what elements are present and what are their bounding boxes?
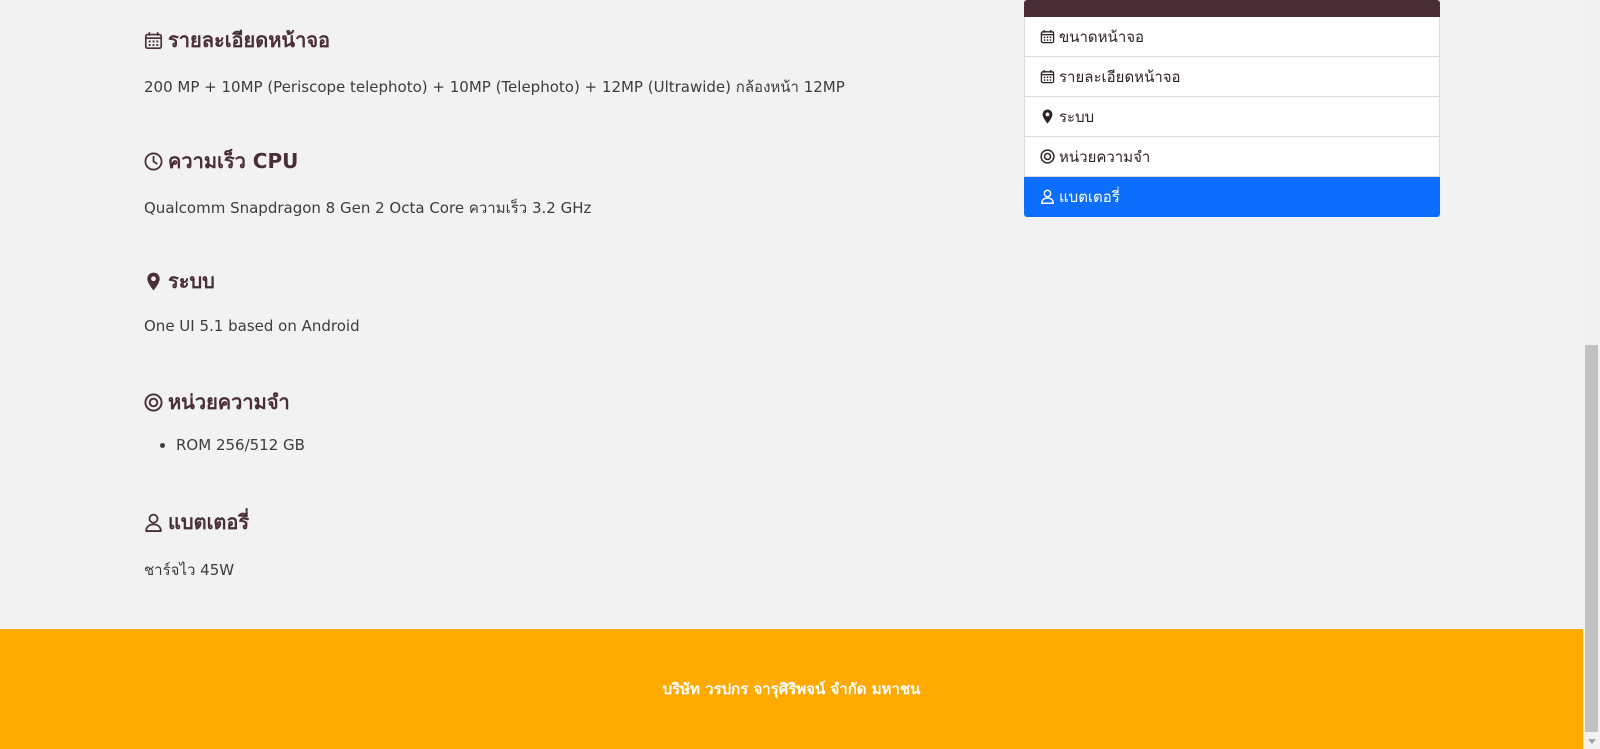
sidebar-item-label: แบตเตอรี่ xyxy=(1059,187,1120,206)
sidebar-item-screen-size[interactable]: ขนาดหน้าจอ xyxy=(1024,17,1440,57)
section-heading: ความเร็ว CPU xyxy=(144,145,591,177)
sidebar-item-label: หน่วยความจำ xyxy=(1059,147,1151,166)
section-heading: ระบบ xyxy=(144,265,360,297)
footer-company-name: บริษัท วรปกร จารุศิริพจน์ จำกัด มหาชน xyxy=(662,680,921,698)
section-title: ความเร็ว CPU xyxy=(168,149,299,173)
section-title: รายละเอียดหน้าจอ xyxy=(168,28,331,52)
sidebar-menu: ขนาดหน้าจอ รายละเอียดหน้าจอ ระบบ หน่วยคว… xyxy=(1024,0,1440,217)
section-battery: แบตเตอรี่ ชาร์จไว 45W xyxy=(144,506,249,582)
sidebar-header xyxy=(1024,0,1440,17)
sidebar-item-system[interactable]: ระบบ xyxy=(1024,97,1440,137)
map-pin-icon xyxy=(147,272,160,290)
sidebar-item-battery[interactable]: แบตเตอรี่ xyxy=(1024,177,1440,217)
list-item: ROM 256/512 GB xyxy=(176,436,305,454)
map-pin-icon xyxy=(1042,109,1053,124)
sidebar-item-screen-detail[interactable]: รายละเอียดหน้าจอ xyxy=(1024,57,1440,97)
section-heading: แบตเตอรี่ xyxy=(144,506,249,538)
section-text: 200 MP + 10MP (Periscope telephoto) + 10… xyxy=(144,78,845,96)
section-screen-detail: รายละเอียดหน้าจอ 200 MP + 10MP (Periscop… xyxy=(144,24,845,99)
memory-list: ROM 256/512 GB xyxy=(144,436,305,454)
user-icon xyxy=(1040,189,1055,204)
sidebar-item-memory[interactable]: หน่วยความจำ xyxy=(1024,137,1440,177)
section-text: One UI 5.1 based on Android xyxy=(144,317,360,335)
section-system: ระบบ One UI 5.1 based on Android xyxy=(144,265,360,335)
section-text: Qualcomm Snapdragon 8 Gen 2 Octa Core คว… xyxy=(144,199,592,217)
section-heading: หน่วยความจำ xyxy=(144,386,305,418)
scrollbar-thumb[interactable] xyxy=(1585,345,1598,732)
sidebar-item-label: รายละเอียดหน้าจอ xyxy=(1059,67,1181,86)
sidebar-item-label: ระบบ xyxy=(1059,107,1095,126)
section-title: ระบบ xyxy=(168,269,215,293)
sidebar-item-label: ขนาดหน้าจอ xyxy=(1059,27,1145,46)
calendar-icon xyxy=(144,31,163,49)
calendar-icon xyxy=(1040,29,1055,44)
section-text: ชาร์จไว 45W xyxy=(144,561,235,579)
section-title: แบตเตอรี่ xyxy=(168,510,250,534)
page: รายละเอียดหน้าจอ 200 MP + 10MP (Periscop… xyxy=(0,0,1600,749)
section-heading: รายละเอียดหน้าจอ xyxy=(144,24,845,56)
footer: บริษัท วรปกร จารุศิริพจน์ จำกัด มหาชน xyxy=(0,629,1583,749)
section-memory: หน่วยความจำ ROM 256/512 GB xyxy=(144,386,305,454)
clock-icon xyxy=(144,152,163,170)
scroll-down-arrow-icon[interactable] xyxy=(1588,739,1596,744)
user-icon xyxy=(145,513,162,532)
section-cpu: ความเร็ว CPU Qualcomm Snapdragon 8 Gen 2… xyxy=(144,145,591,220)
calendar-icon xyxy=(1040,69,1055,84)
target-icon xyxy=(1040,149,1055,164)
target-icon xyxy=(144,392,163,412)
vertical-scrollbar[interactable] xyxy=(1583,0,1600,749)
section-title: หน่วยความจำ xyxy=(168,390,290,414)
